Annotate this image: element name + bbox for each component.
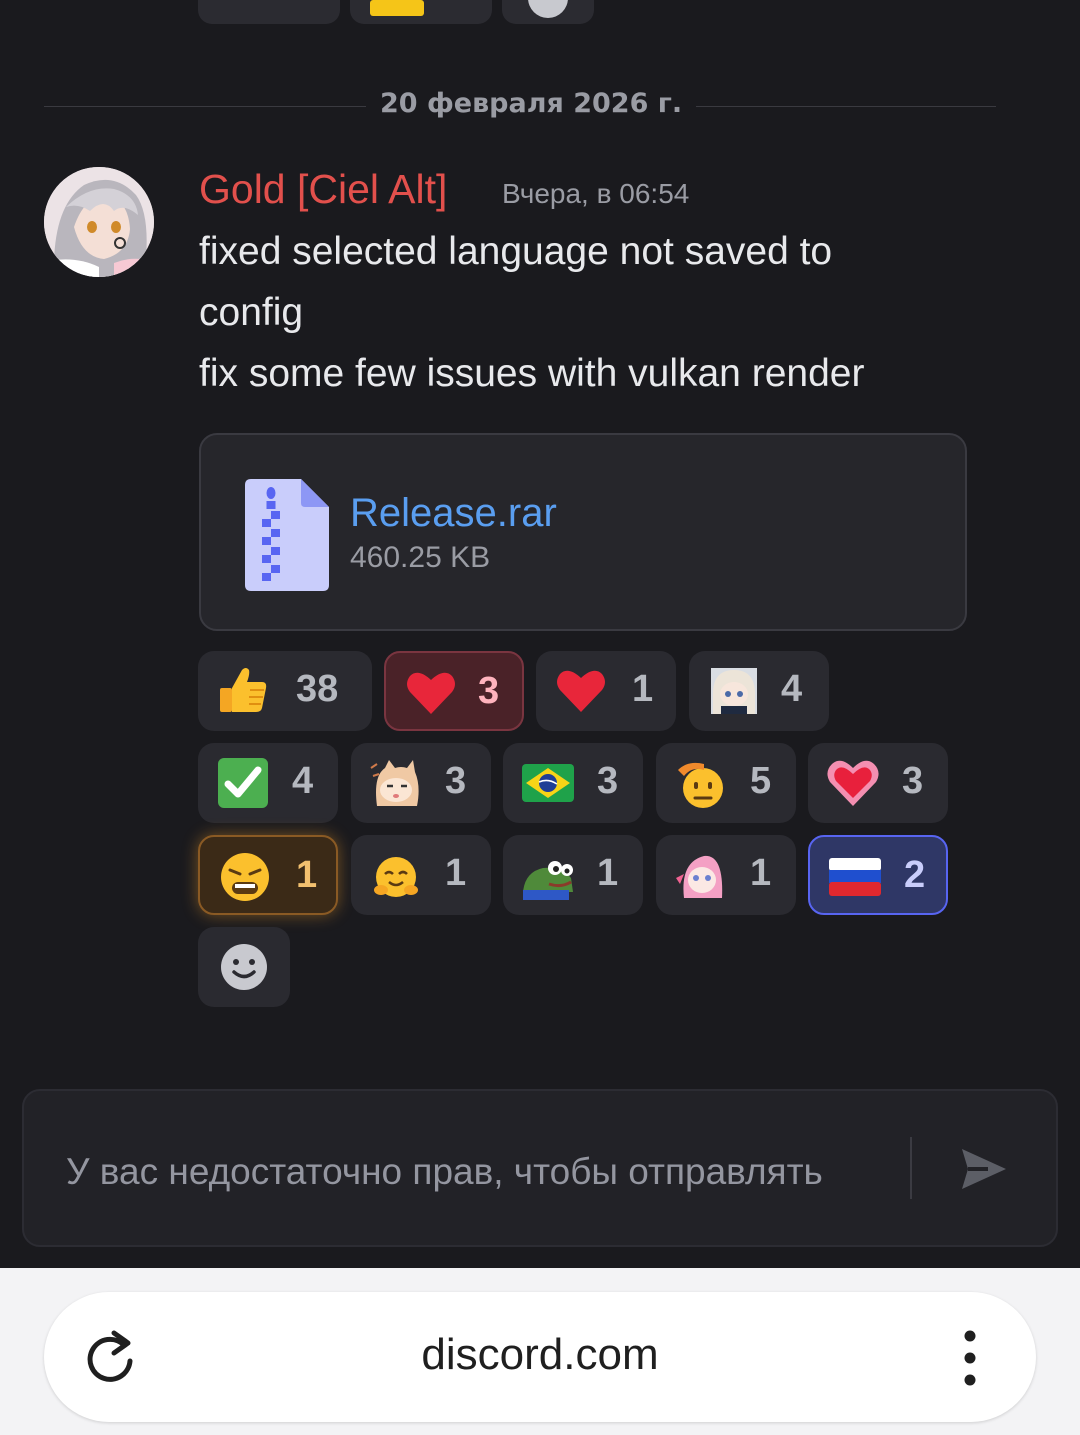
reaction-flag-brazil[interactable]: 3 [503, 743, 643, 823]
zip-file-icon [245, 479, 329, 595]
reaction-flag-russia[interactable]: 2 [808, 835, 948, 915]
message-text-line: fix some few issues with vulkan render [199, 352, 865, 395]
check-mark-icon [218, 758, 268, 808]
avatar[interactable] [44, 167, 154, 277]
reaction-count: 5 [750, 760, 772, 802]
message-composer[interactable]: У вас недостаточно прав, чтобы отправлят… [22, 1089, 1058, 1247]
reaction-count: 1 [445, 852, 467, 894]
attachment-file-name[interactable]: Release.rar [350, 491, 557, 536]
reaction-saluting-face[interactable]: 5 [656, 743, 796, 823]
reaction-count: 1 [597, 852, 619, 894]
add-reaction-button[interactable] [198, 927, 290, 1007]
previous-add-reaction-stub[interactable] [502, 0, 594, 24]
reaction-pepe-frog[interactable]: 1 [503, 835, 643, 915]
reaction-red-heart[interactable]: 3 [384, 651, 524, 731]
anime-girl-sticker-icon [711, 668, 757, 714]
cat-peek-icon [370, 760, 419, 806]
smiley-add-icon [221, 944, 267, 990]
composer-placeholder: У вас недостаточно прав, чтобы отправлят… [66, 1151, 823, 1192]
previous-reaction-stub[interactable] [350, 0, 492, 24]
reaction-count: 4 [292, 760, 314, 802]
address-bar[interactable]: discord.com [44, 1292, 1036, 1422]
browser-toolbar: discord.com [0, 1268, 1080, 1435]
reaction-anime-girl-sticker[interactable]: 4 [689, 651, 829, 731]
send-icon[interactable] [958, 1143, 1010, 1195]
reaction-count: 1 [296, 854, 318, 896]
flag-brazil-icon [522, 764, 574, 802]
pepe-frog-icon [523, 861, 573, 900]
flag-russia-icon [829, 858, 881, 896]
reaction-count: 3 [445, 760, 467, 802]
smiling-hands-face-icon [374, 857, 418, 897]
reaction-cat-peek[interactable]: 3 [351, 743, 491, 823]
saluting-face-icon [678, 762, 723, 808]
reaction-count: 2 [904, 854, 926, 896]
reaction-count: 3 [902, 760, 924, 802]
attachment-file-size: 460.25 KB [350, 541, 491, 574]
message-text-line: config [199, 291, 304, 334]
reaction-pink-heart[interactable]: 3 [808, 743, 948, 823]
pink-heart-icon [827, 760, 879, 806]
weary-face-icon [221, 853, 269, 901]
message-text-line: fixed selected language not saved to [199, 230, 833, 273]
date-divider-label: 20 февраля 2026 г. [366, 88, 697, 119]
red-heart-icon [557, 670, 605, 712]
reaction-smiling-hands-face[interactable]: 1 [351, 835, 491, 915]
reaction-count: 38 [296, 668, 339, 710]
reaction-check-mark[interactable]: 4 [198, 743, 338, 823]
message-timestamp: Вчера, в 06:54 [502, 178, 690, 209]
url-text[interactable]: discord.com [44, 1330, 1036, 1380]
reaction-thumbs-up[interactable]: 38 [198, 651, 372, 731]
composer-divider [910, 1137, 912, 1199]
thumbs-up-icon [220, 668, 267, 712]
message-author[interactable]: Gold [Ciel Alt] [199, 166, 447, 213]
reaction-count: 1 [632, 668, 654, 710]
reaction-count: 1 [750, 852, 772, 894]
pink-hair-girl-icon [676, 855, 723, 898]
reaction-count: 4 [781, 668, 803, 710]
reaction-weary-face[interactable]: 1 [198, 835, 338, 915]
more-vertical-icon[interactable] [950, 1330, 990, 1386]
avatar-image [44, 167, 154, 277]
reaction-pink-hair-girl[interactable]: 1 [656, 835, 796, 915]
previous-reaction-stub[interactable] [198, 0, 340, 24]
reaction-count: 3 [478, 670, 500, 712]
reaction-red-heart[interactable]: 1 [536, 651, 676, 731]
reaction-count: 3 [597, 760, 619, 802]
file-attachment[interactable]: Release.rar 460.25 KB [199, 433, 967, 631]
red-heart-icon [407, 672, 455, 714]
